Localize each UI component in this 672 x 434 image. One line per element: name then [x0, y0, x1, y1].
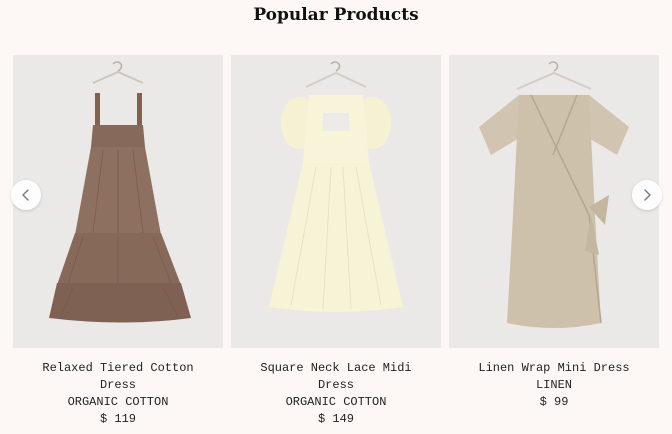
product-info: Square Neck Lace Midi Dress ORGANIC COTT… — [231, 348, 441, 428]
product-material: ORGANIC COTTON — [67, 395, 169, 409]
product-info: Relaxed Tiered Cotton Dress ORGANIC COTT… — [13, 348, 223, 428]
chevron-right-icon — [644, 189, 651, 201]
product-price: $ 119 — [99, 412, 136, 426]
carousel-prev-button[interactable] — [11, 180, 41, 210]
brown-tiered-dress-image[interactable] — [13, 55, 223, 348]
product-name[interactable]: Linen Wrap Mini Dress — [449, 360, 659, 377]
product-price: $ 99 — [539, 395, 569, 409]
product-card[interactable]: Relaxed Tiered Cotton Dress ORGANIC COTT… — [13, 55, 223, 428]
chevron-left-icon — [22, 189, 29, 201]
product-name[interactable]: Square Neck Lace Midi Dress — [231, 360, 441, 394]
cream-puff-sleeve-dress-image[interactable] — [231, 55, 441, 348]
product-price: $ 149 — [317, 412, 354, 426]
product-material: ORGANIC COTTON — [285, 395, 387, 409]
popular-products-section: Popular Products Relaxed Tiered Cotton D… — [0, 0, 672, 434]
product-material: LINEN — [535, 378, 572, 392]
carousel-next-button[interactable] — [632, 180, 662, 210]
product-card[interactable]: Linen Wrap Mini Dress LINEN $ 99 — [449, 55, 659, 411]
product-name[interactable]: Relaxed Tiered Cotton Dress — [13, 360, 223, 394]
product-card[interactable]: Square Neck Lace Midi Dress ORGANIC COTT… — [231, 55, 441, 428]
beige-wrap-dress-image[interactable] — [449, 55, 659, 348]
product-info: Linen Wrap Mini Dress LINEN $ 99 — [449, 348, 659, 411]
section-title: Popular Products — [253, 5, 419, 25]
